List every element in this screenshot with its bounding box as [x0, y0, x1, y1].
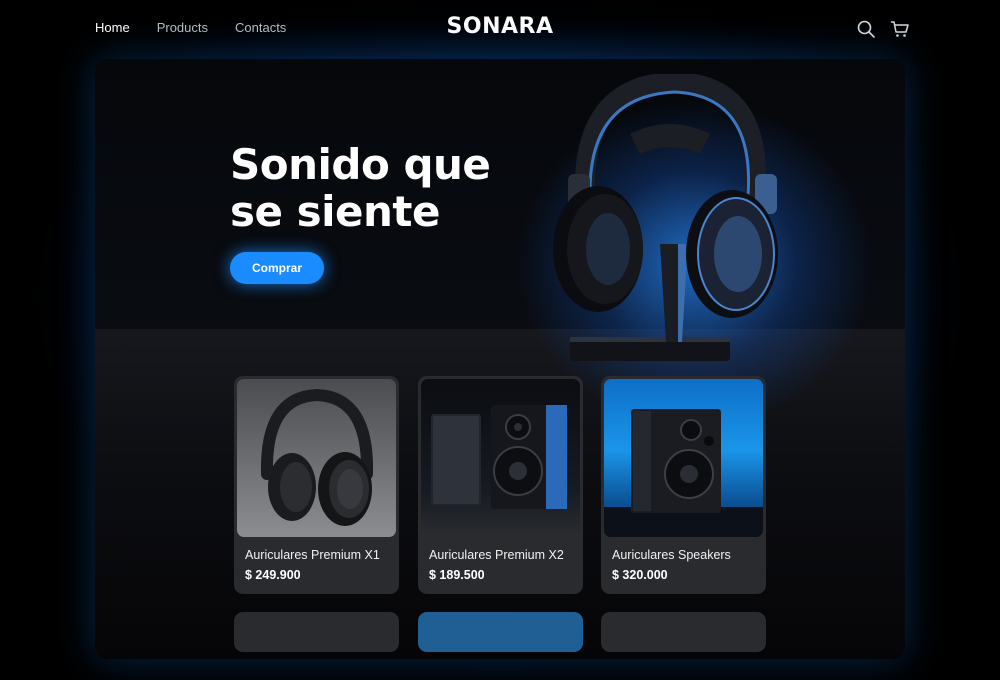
buy-button[interactable]: Comprar	[230, 252, 324, 284]
product-card-next-row[interactable]	[418, 612, 583, 652]
product-price: $ 320.000	[612, 568, 668, 582]
speakers-product-image	[431, 405, 567, 509]
search-icon[interactable]	[856, 19, 876, 39]
brand-logo[interactable]: SONARA	[0, 14, 1000, 39]
product-image	[421, 379, 580, 537]
product-name: Auriculares Speakers	[612, 548, 731, 562]
product-price: $ 189.500	[429, 568, 485, 582]
product-image	[604, 379, 763, 537]
product-name: Auriculares Premium X1	[245, 548, 380, 562]
product-card-speakers[interactable]: Auriculares Speakers $ 320.000	[601, 376, 766, 594]
hero-title-line-2: se siente	[230, 187, 440, 236]
cart-icon[interactable]	[890, 19, 910, 39]
header-actions	[856, 19, 910, 39]
product-image	[237, 379, 396, 537]
hero-title: Sonido que se siente	[230, 141, 530, 235]
hero-title-line-1: Sonido que	[230, 140, 491, 189]
headphones-on-stand-image	[553, 74, 778, 361]
product-price: $ 249.900	[245, 568, 301, 582]
product-card-x1[interactable]: Auriculares Premium X1 $ 249.900	[234, 376, 399, 594]
speaker-product-image	[604, 409, 763, 537]
product-card-x2[interactable]: Auriculares Premium X2 $ 189.500	[418, 376, 583, 594]
product-name: Auriculares Premium X2	[429, 548, 564, 562]
headphones-product-image	[260, 388, 374, 526]
product-card-next-row[interactable]	[234, 612, 399, 652]
product-card-next-row[interactable]	[601, 612, 766, 652]
